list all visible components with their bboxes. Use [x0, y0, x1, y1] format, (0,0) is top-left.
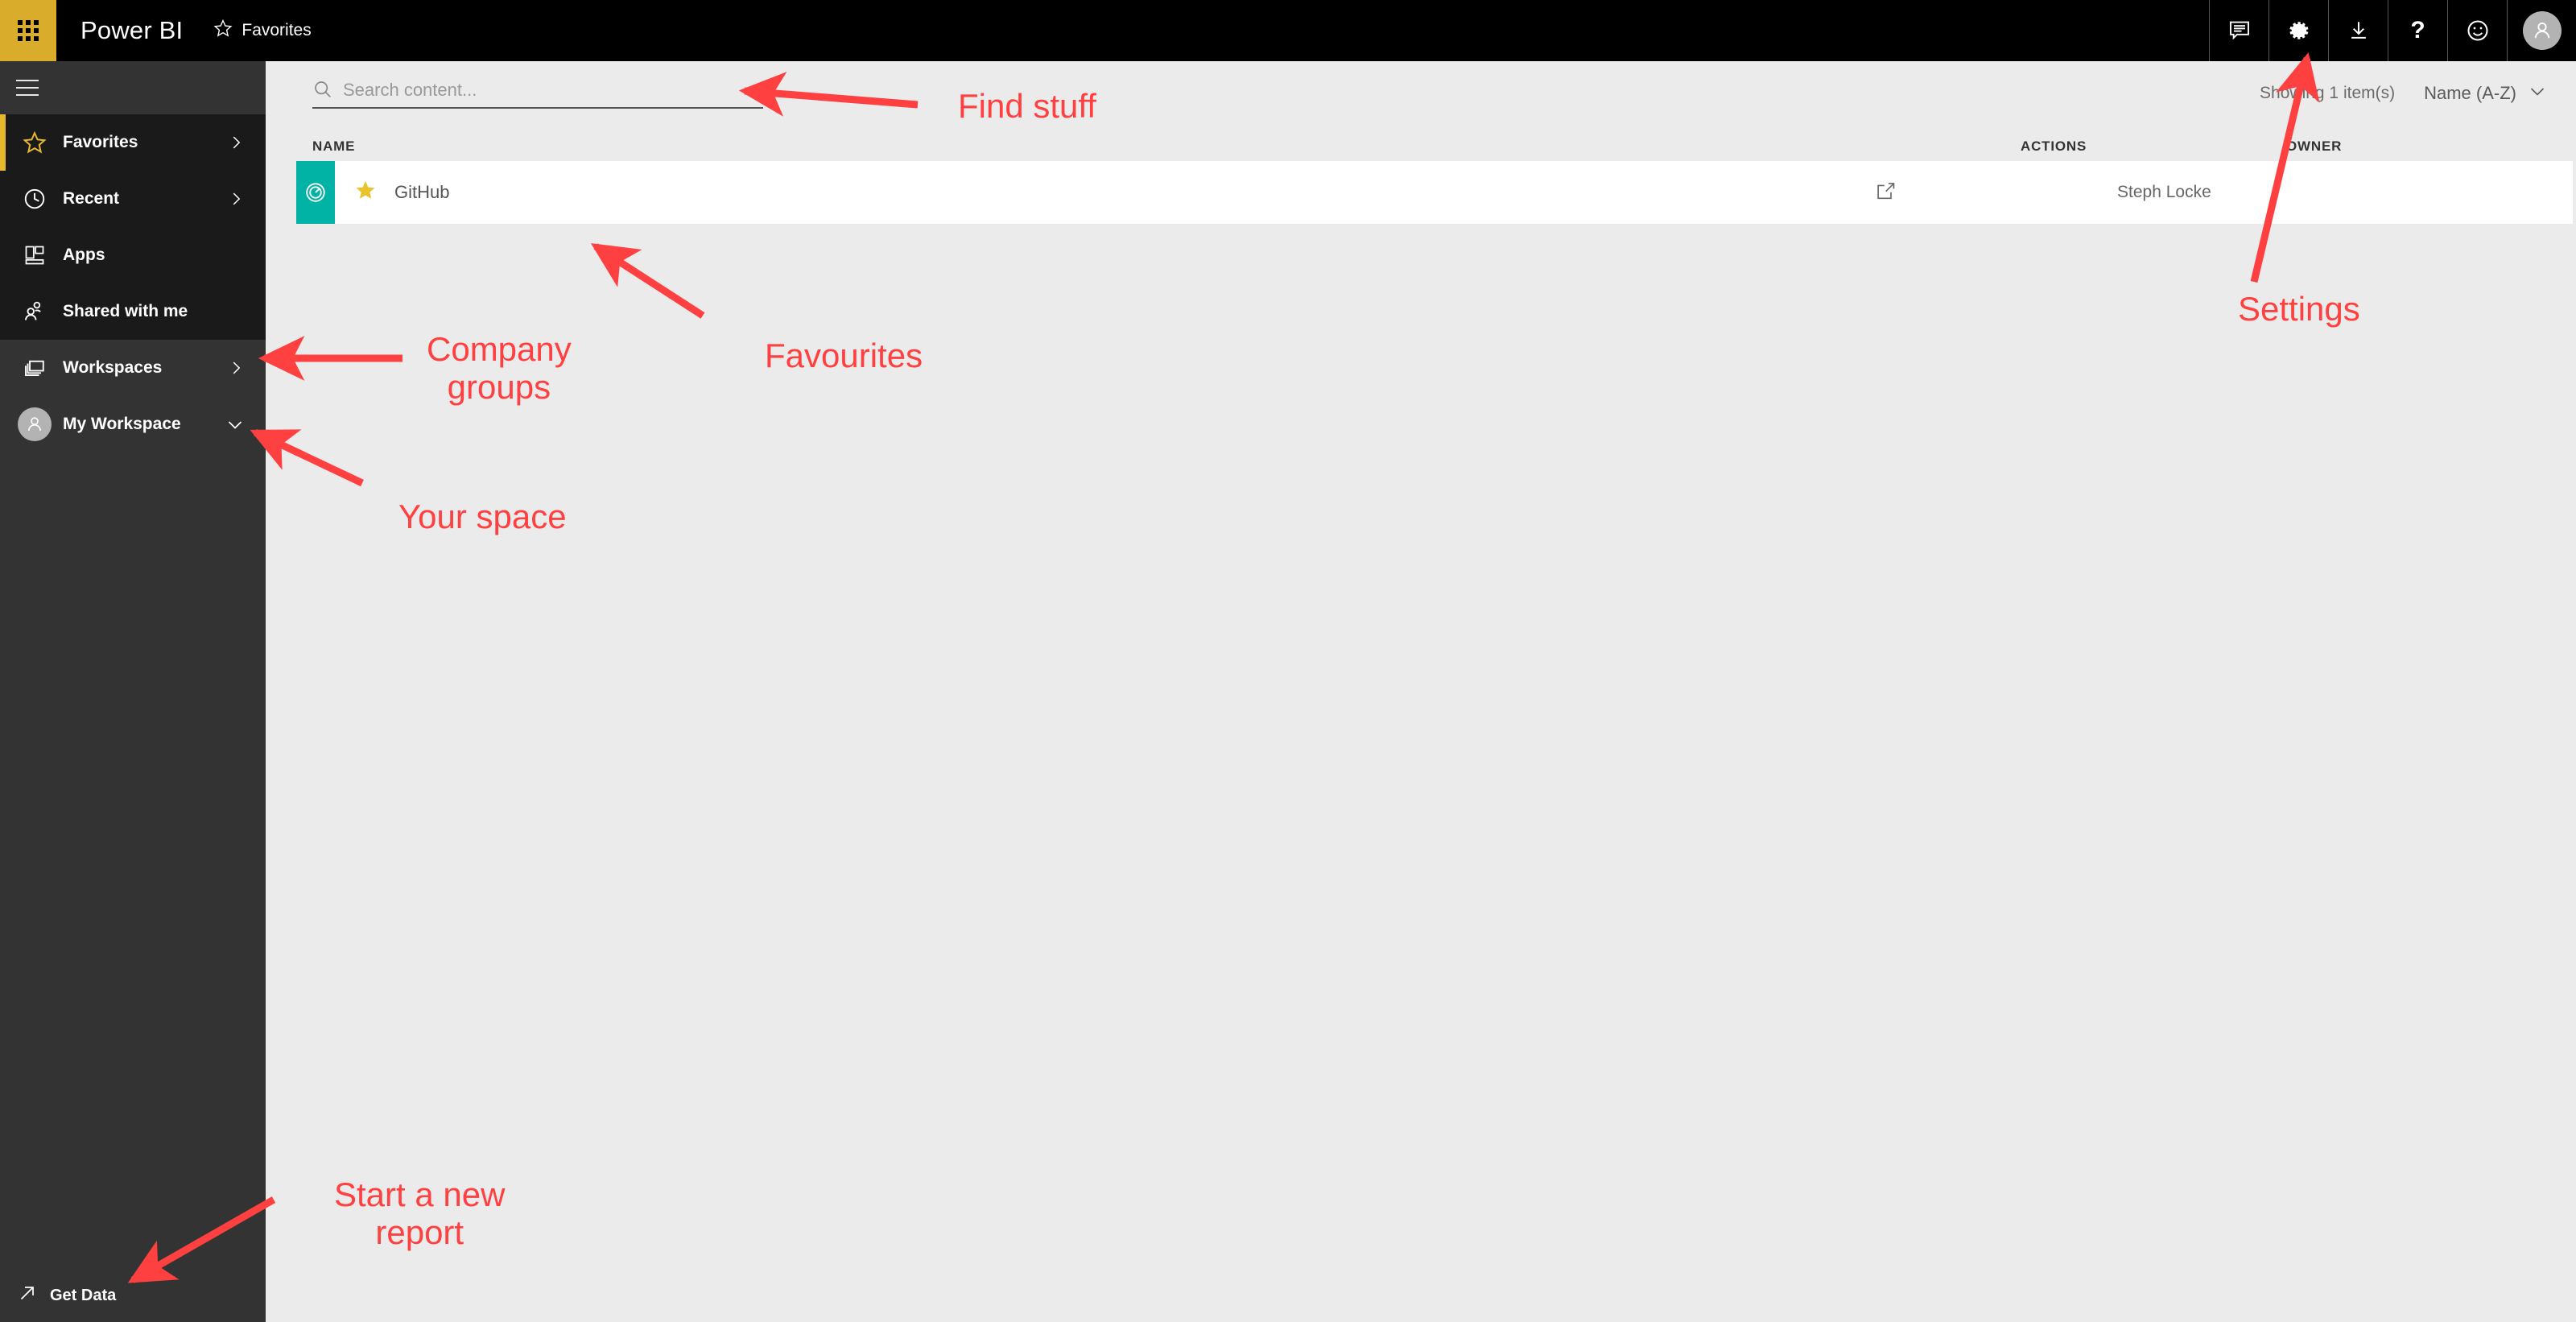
search-icon	[312, 79, 333, 104]
sidebar-item-favorites[interactable]: Favorites	[0, 114, 266, 171]
arrow-up-right-icon	[18, 1283, 37, 1308]
breadcrumb-label: Favorites	[242, 21, 312, 39]
question-mark-icon[interactable]: ?	[2388, 0, 2447, 61]
chevron-down-icon	[2528, 81, 2547, 105]
search-box[interactable]	[312, 79, 763, 109]
sidebar-collapse-button[interactable]	[0, 61, 266, 114]
hamburger-icon	[16, 80, 39, 96]
apps-grid-icon	[16, 244, 53, 266]
chevron-right-icon	[227, 359, 266, 377]
people-icon	[16, 300, 53, 324]
brand-title[interactable]: Power BI	[56, 0, 183, 61]
avatar	[18, 407, 52, 441]
sidebar-filler	[0, 452, 266, 1269]
help-glyph: ?	[2410, 17, 2425, 43]
dashboard-gauge-icon	[296, 161, 335, 224]
sidebar-item-apps[interactable]: Apps	[0, 227, 266, 283]
top-header-bar: Power BI Favorites ?	[0, 0, 2576, 61]
column-header-actions: ACTIONS	[2021, 138, 2087, 154]
sidebar-item-label: Apps	[63, 246, 105, 264]
sort-value-label: Name (A-Z)	[2424, 83, 2516, 103]
favorite-star-cell[interactable]	[354, 179, 377, 206]
row-actions-cell	[1824, 161, 2090, 224]
search-input[interactable]	[343, 79, 763, 104]
gear-icon[interactable]	[2268, 0, 2328, 61]
table-column-headers: NAME ACTIONS OWNER	[266, 126, 2576, 161]
main-content: Showing 1 item(s) Name (A-Z) NAME ACTION…	[266, 61, 2576, 1322]
sidebar-item-shared-with-me[interactable]: Shared with me	[0, 283, 266, 340]
share-icon[interactable]	[1874, 180, 1897, 206]
get-data-label: Get Data	[50, 1286, 117, 1304]
chevron-down-icon	[225, 415, 266, 434]
power-bi-app: Power BI Favorites ? Favorites Recent Ap…	[0, 0, 2576, 1322]
content-toolbar: Showing 1 item(s) Name (A-Z)	[266, 61, 2576, 126]
column-header-name: NAME	[312, 138, 356, 154]
row-name-cell: GitHub	[335, 161, 1824, 224]
header-spacer	[312, 0, 2209, 61]
smiley-icon[interactable]	[2447, 0, 2507, 61]
chevron-right-icon	[227, 134, 266, 151]
sidebar-item-label: Workspaces	[63, 358, 163, 377]
sidebar-item-label: My Workspace	[63, 415, 181, 433]
toolbar-right-controls: Showing 1 item(s) Name (A-Z)	[2260, 81, 2547, 105]
column-header-owner: OWNER	[2286, 138, 2343, 154]
sidebar-item-label: Favorites	[63, 133, 138, 151]
sidebar-item-recent[interactable]: Recent	[0, 171, 266, 227]
sidebar-item-my-workspace[interactable]: My Workspace	[0, 396, 266, 452]
sort-dropdown[interactable]: Name (A-Z)	[2424, 81, 2547, 105]
workspaces-icon	[16, 356, 53, 380]
announcement-icon[interactable]	[2209, 0, 2268, 61]
star-outline-icon	[213, 19, 233, 43]
sidebar-item-label: Shared with me	[63, 302, 188, 320]
row-owner-cell: Steph Locke	[2117, 183, 2211, 201]
left-sidebar: Favorites Recent Apps Shared with me Wor…	[0, 61, 266, 1322]
breadcrumb[interactable]: Favorites	[183, 0, 312, 61]
waffle-grid-shape	[18, 20, 39, 41]
download-icon[interactable]	[2328, 0, 2388, 61]
chevron-right-icon	[227, 190, 266, 208]
user-avatar-icon	[16, 407, 53, 441]
table-row[interactable]: GitHub Steph Locke	[296, 161, 2573, 224]
user-avatar-icon[interactable]	[2507, 0, 2576, 61]
app-launcher-grid-icon[interactable]	[0, 0, 56, 61]
star-outline-icon	[16, 130, 53, 155]
row-name-label[interactable]: GitHub	[394, 182, 449, 203]
sidebar-secondary-group: Workspaces My Workspace	[0, 340, 266, 452]
item-count-label: Showing 1 item(s)	[2260, 84, 2396, 102]
get-data-button[interactable]: Get Data	[0, 1269, 266, 1322]
avatar	[2522, 11, 2562, 50]
sidebar-item-workspaces[interactable]: Workspaces	[0, 340, 266, 396]
clock-icon	[16, 187, 53, 211]
sidebar-primary-group: Favorites Recent Apps Shared with me	[0, 114, 266, 340]
sidebar-item-label: Recent	[63, 189, 120, 208]
